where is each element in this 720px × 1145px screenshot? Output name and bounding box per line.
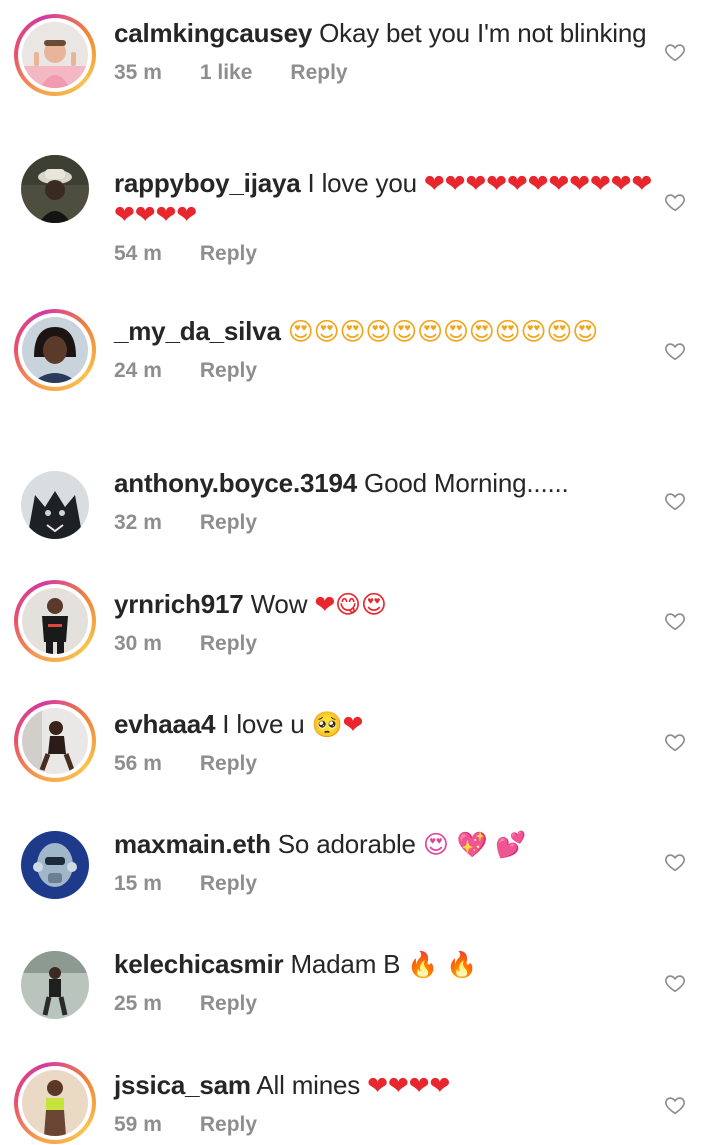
comment-message: I love you [307, 168, 417, 198]
heart-outline-icon[interactable] [664, 490, 686, 512]
comment-emojis: 🔥 🔥 [407, 950, 477, 979]
comment-time: 25 m [114, 992, 162, 1015]
comment-time: 35 m [114, 61, 162, 84]
avatar-ring-inner [18, 313, 92, 387]
comment-text: rappyboy_ijaya I love you ❤❤❤❤❤❤❤❤❤❤❤❤❤❤… [114, 168, 654, 230]
comment-time: 56 m [114, 752, 162, 775]
avatar[interactable] [14, 944, 96, 1026]
comment-message: Okay bet you I'm not blinking [319, 18, 647, 48]
heart-outline-icon[interactable] [664, 731, 686, 753]
avatar-story-ring[interactable] [14, 580, 96, 662]
heart-outline-icon[interactable] [664, 610, 686, 632]
reply-button[interactable]: Reply [290, 61, 347, 85]
comment-text: _my_da_silva 😍😍😍😍😍😍😍😍😍😍😍😍 [114, 316, 654, 347]
comment-username[interactable]: maxmain.eth [114, 829, 271, 859]
avatar [22, 317, 88, 383]
reply-button[interactable]: Reply [200, 632, 257, 656]
heart-outline-icon[interactable] [664, 340, 686, 362]
reply-button[interactable]: Reply [200, 511, 257, 535]
reply-button[interactable]: Reply [200, 752, 257, 776]
avatar-story-ring[interactable] [14, 309, 96, 391]
avatar[interactable] [14, 464, 96, 546]
comment-username[interactable]: rappyboy_ijaya [114, 168, 301, 198]
heart-outline-icon[interactable] [664, 41, 686, 63]
reply-button[interactable]: Reply [200, 1113, 257, 1137]
comment-text: jssica_sam All mines ❤❤❤❤ [114, 1070, 654, 1101]
comment-message: Good Morning...... [364, 468, 569, 498]
comment-time: 32 m [114, 511, 162, 534]
comment-like-count[interactable]: 1 like [200, 61, 253, 85]
comment-text: anthony.boyce.3194 Good Morning...... [114, 468, 654, 499]
comment-emojis: ❤😋😍 [314, 590, 387, 619]
avatar-image [21, 471, 89, 539]
comment-text: maxmain.eth So adorable 😍 💖 💕 [114, 829, 654, 860]
comment-username[interactable]: yrnrich917 [114, 589, 244, 619]
reply-button[interactable]: Reply [200, 359, 257, 383]
comment-message: Madam B [290, 949, 401, 979]
comment-text: yrnrich917 Wow ❤😋😍 [114, 589, 654, 620]
avatar[interactable] [14, 148, 96, 230]
comment-username[interactable]: kelechicasmir [114, 949, 284, 979]
avatar [22, 22, 88, 88]
comment-username[interactable]: evhaaa4 [114, 709, 215, 739]
avatar-ring-inner [18, 584, 92, 658]
comment-time: 59 m [114, 1113, 162, 1136]
comment-emojis: 😍😍😍😍😍😍😍😍😍😍😍😍 [287, 317, 599, 346]
comment-text: kelechicasmir Madam B 🔥 🔥 [114, 949, 654, 980]
comment-emojis: ❤❤❤❤ [367, 1071, 451, 1100]
heart-outline-icon[interactable] [664, 1094, 686, 1116]
heart-outline-icon[interactable] [664, 972, 686, 994]
comment-message: So adorable [277, 829, 416, 859]
avatar-story-ring[interactable] [14, 1062, 96, 1144]
comment-text: calmkingcausey Okay bet you I'm not blin… [114, 18, 654, 49]
avatar [22, 1070, 88, 1136]
avatar-image [21, 831, 89, 899]
avatar-image [21, 155, 89, 223]
comment-username[interactable]: _my_da_silva [114, 316, 281, 346]
comment-message: All mines [256, 1070, 361, 1100]
reply-button[interactable]: Reply [200, 242, 257, 266]
heart-outline-icon[interactable] [664, 191, 686, 213]
comment-message: Wow [250, 589, 308, 619]
comment-time: 54 m [114, 242, 162, 265]
avatar-ring-inner [18, 18, 92, 92]
avatar-ring-inner [18, 704, 92, 778]
comment-emojis: 😍 💖 💕 [422, 830, 527, 859]
comment-emojis: 🥺❤ [311, 710, 364, 739]
avatar [22, 588, 88, 654]
comment-username[interactable]: calmkingcausey [114, 18, 312, 48]
avatar [22, 708, 88, 774]
avatar-story-ring[interactable] [14, 14, 96, 96]
avatar[interactable] [14, 824, 96, 906]
avatar-ring-inner [18, 1066, 92, 1140]
heart-outline-icon[interactable] [664, 851, 686, 873]
comment-time: 24 m [114, 359, 162, 382]
comment-text: evhaaa4 I love u 🥺❤ [114, 709, 654, 740]
reply-button[interactable]: Reply [200, 992, 257, 1016]
reply-button[interactable]: Reply [200, 872, 257, 896]
comment-username[interactable]: jssica_sam [114, 1070, 251, 1100]
comment-username[interactable]: anthony.boyce.3194 [114, 468, 357, 498]
avatar-story-ring[interactable] [14, 700, 96, 782]
avatar-image [21, 951, 89, 1019]
comment-message: I love u [222, 709, 305, 739]
comment-time: 15 m [114, 872, 162, 895]
comment-time: 30 m [114, 632, 162, 655]
